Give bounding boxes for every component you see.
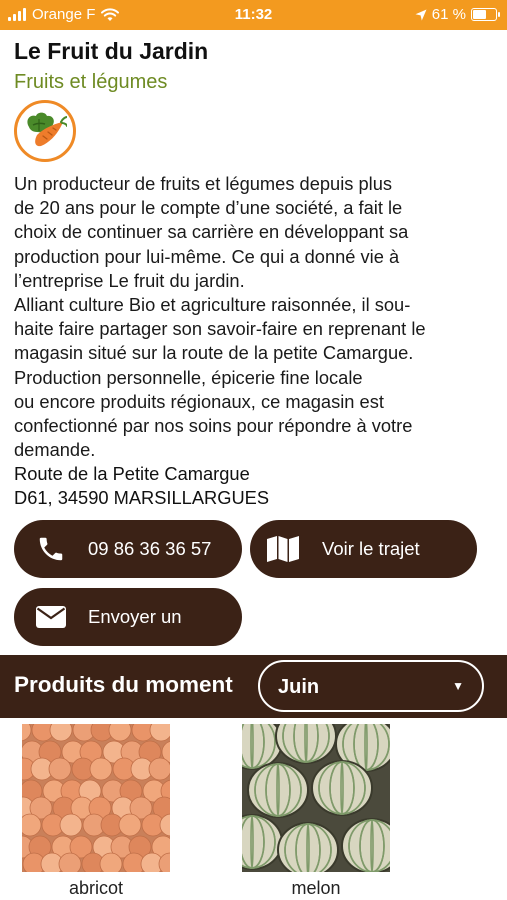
description-text: Un producteur de fruits et légumes depui… xyxy=(14,173,426,461)
battery-percent: 61 % xyxy=(431,6,466,23)
chevron-down-icon: ▼ xyxy=(452,679,464,693)
shop-address: Route de la Petite Camargue D61, 34590 M… xyxy=(14,462,269,510)
email-button-label: Envoyer un xyxy=(88,606,182,627)
location-arrow-icon xyxy=(415,9,427,20)
shop-description: Un producteur de fruits et légumes depui… xyxy=(14,172,494,462)
product-card-apricot[interactable]: abricot xyxy=(22,724,170,899)
products-header: Produits du moment Juin ▼ xyxy=(0,655,507,718)
directions-button-label: Voir le trajet xyxy=(322,538,420,559)
apricot-image xyxy=(22,724,170,872)
call-button-label: 09 86 36 36 57 xyxy=(88,538,212,559)
email-button[interactable]: Envoyer un xyxy=(14,588,242,646)
product-card-melon[interactable]: melon xyxy=(242,724,390,899)
carrot-leaf-icon xyxy=(27,112,67,147)
map-icon xyxy=(266,535,300,563)
products-section-title: Produits du moment xyxy=(14,672,233,697)
address-line-1: Route de la Petite Camargue xyxy=(14,463,250,484)
call-button[interactable]: 09 86 36 36 57 xyxy=(14,520,242,578)
battery-icon xyxy=(471,8,500,21)
directions-button[interactable]: Voir le trajet xyxy=(250,520,477,578)
product-name: abricot xyxy=(68,878,124,898)
month-select-value: Juin xyxy=(278,676,320,698)
shop-name: Le Fruit du Jardin xyxy=(14,38,209,64)
category-badge xyxy=(14,100,76,162)
shop-category: Fruits et légumes xyxy=(14,71,168,93)
melon-image xyxy=(242,724,390,872)
address-line-2: D61, 34590 MARSILLARGUES xyxy=(14,487,270,508)
status-bar: Orange F 11:32 61 % xyxy=(0,0,507,30)
envelope-icon xyxy=(34,606,68,628)
phone-icon xyxy=(34,534,68,564)
month-select[interactable]: Juin ▼ xyxy=(258,660,484,712)
product-name: melon xyxy=(291,878,341,898)
